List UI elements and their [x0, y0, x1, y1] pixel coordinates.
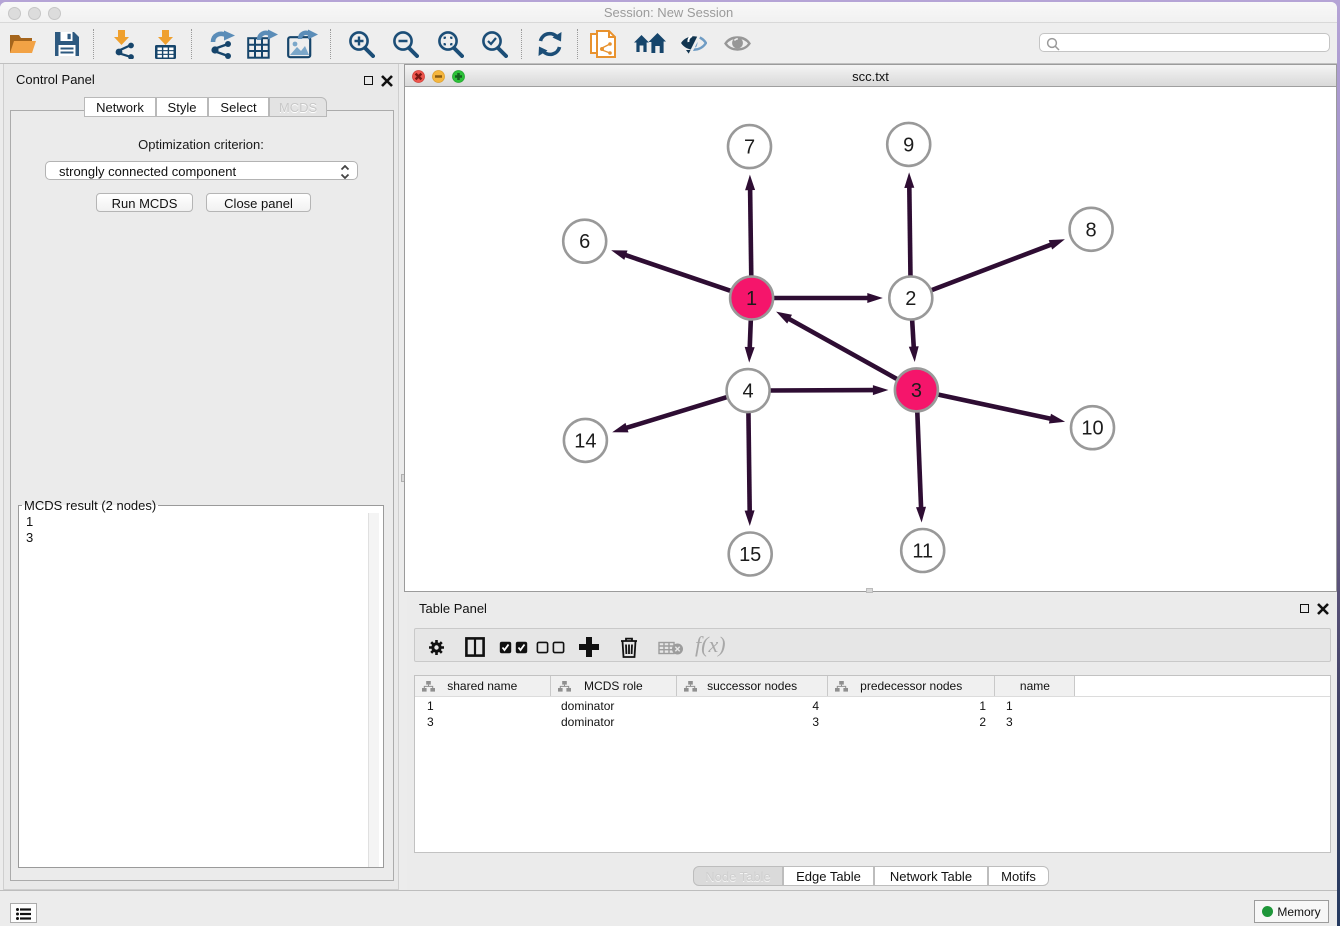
svg-text:10: 10: [1081, 418, 1103, 440]
svg-text:15: 15: [739, 544, 761, 566]
svg-text:8: 8: [1085, 219, 1096, 241]
svg-text:2: 2: [905, 288, 916, 310]
svg-text:9: 9: [903, 134, 914, 156]
svg-text:1: 1: [746, 288, 757, 310]
svg-text:6: 6: [579, 231, 590, 253]
svg-text:4: 4: [742, 381, 753, 403]
svg-text:11: 11: [912, 541, 933, 563]
svg-text:7: 7: [743, 137, 754, 159]
svg-text:3: 3: [910, 380, 921, 402]
svg-text:14: 14: [574, 430, 596, 452]
